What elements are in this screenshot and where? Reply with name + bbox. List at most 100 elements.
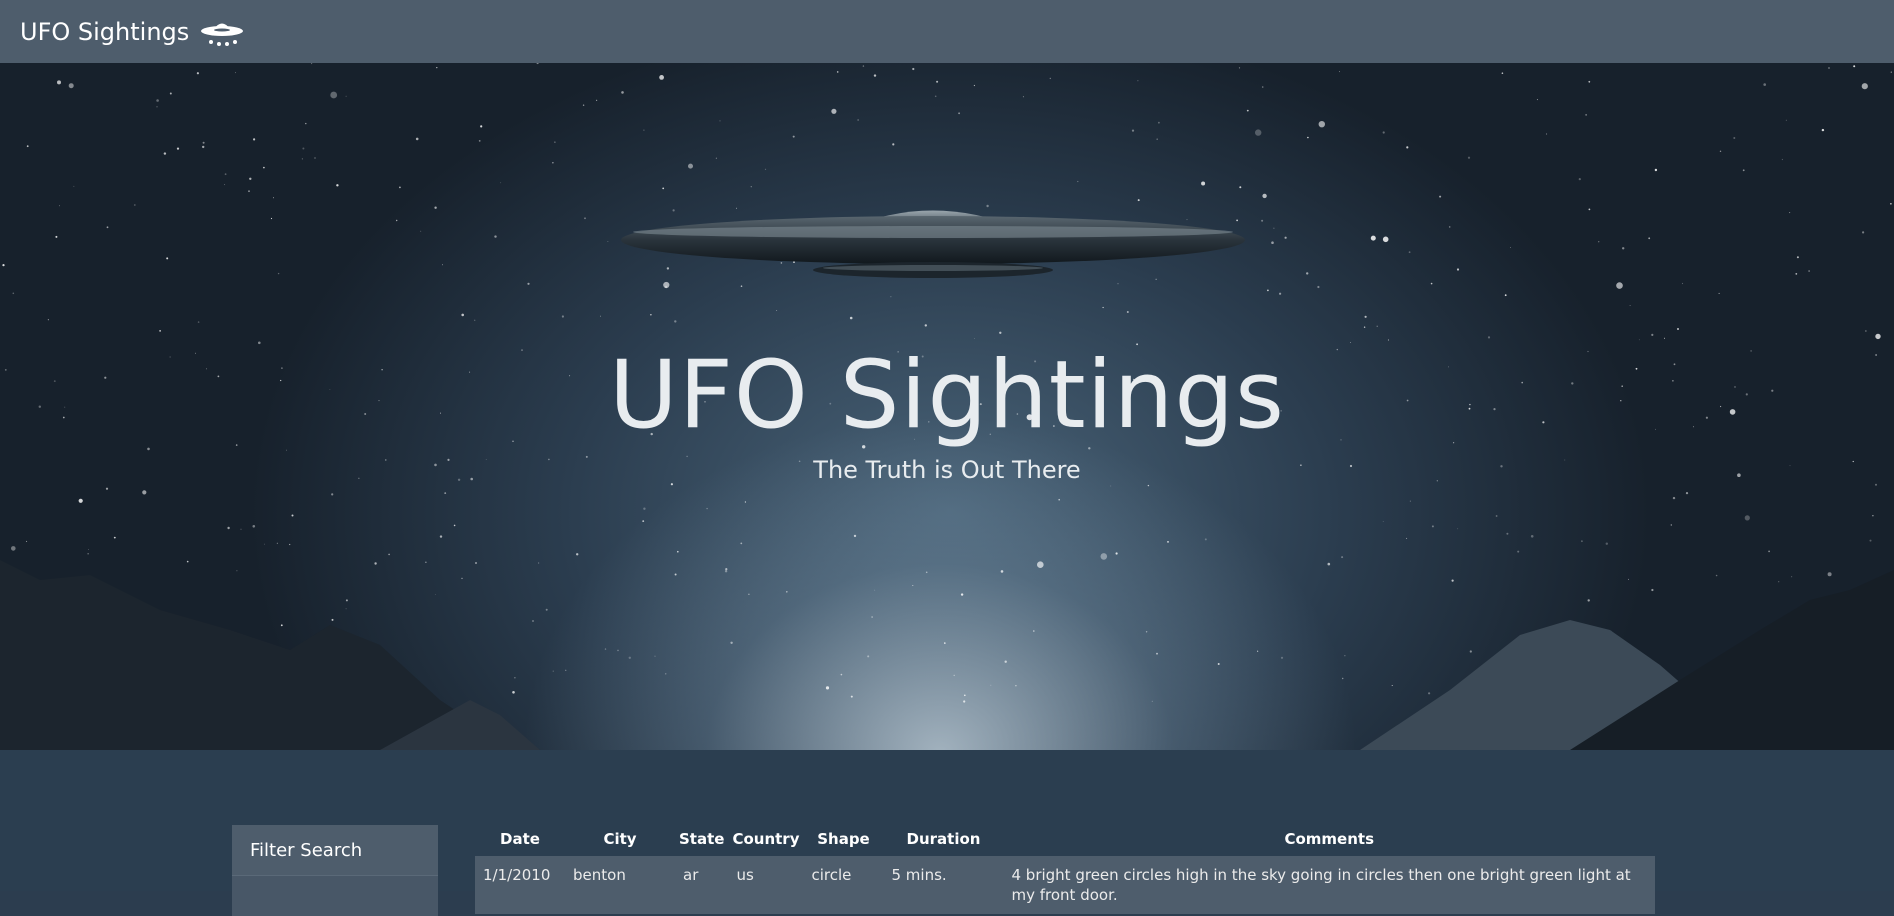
star xyxy=(740,542,743,545)
star xyxy=(169,92,172,95)
star xyxy=(235,72,237,74)
star xyxy=(1664,337,1665,339)
star xyxy=(494,235,497,238)
star xyxy=(1875,483,1877,486)
star xyxy=(1785,119,1787,121)
star xyxy=(792,135,795,138)
star xyxy=(1530,535,1534,538)
star xyxy=(1457,528,1459,530)
star xyxy=(1581,540,1583,543)
star xyxy=(270,217,273,220)
cell-shape: circle xyxy=(803,856,884,914)
star xyxy=(1382,131,1385,134)
star xyxy=(57,80,61,85)
star xyxy=(1670,524,1673,526)
cell-city: benton xyxy=(565,856,675,914)
main-content: Filter Search Date City State Country Sh… xyxy=(0,750,1894,916)
star xyxy=(934,95,937,98)
navbar-brand[interactable]: UFO Sightings xyxy=(20,16,245,48)
star xyxy=(156,99,159,102)
hero-banner: UFO Sightings The Truth is Out There xyxy=(0,63,1894,750)
star xyxy=(106,226,109,229)
star xyxy=(582,104,585,106)
brand-text: UFO Sightings xyxy=(20,17,190,46)
star xyxy=(461,313,465,317)
star xyxy=(1677,328,1679,330)
star xyxy=(311,63,313,65)
star xyxy=(1616,282,1623,289)
star xyxy=(1156,138,1158,140)
star xyxy=(1763,83,1766,86)
star xyxy=(1147,484,1150,487)
star xyxy=(273,197,274,199)
star xyxy=(527,282,530,285)
star xyxy=(399,186,401,189)
star xyxy=(442,264,443,266)
star xyxy=(764,168,767,170)
star xyxy=(1795,273,1798,275)
star xyxy=(999,331,1002,334)
star xyxy=(176,147,180,150)
star xyxy=(1261,219,1264,222)
star xyxy=(1077,180,1079,183)
star xyxy=(958,112,960,115)
star xyxy=(59,205,60,207)
column-header-comments: Comments xyxy=(1284,830,1374,848)
star xyxy=(1875,333,1881,340)
star xyxy=(436,67,438,69)
star xyxy=(289,543,291,546)
star xyxy=(264,543,265,545)
star xyxy=(1501,72,1504,74)
star xyxy=(857,119,859,121)
star xyxy=(1504,294,1507,297)
star xyxy=(330,91,338,99)
star xyxy=(974,338,975,339)
hero-title: UFO Sightings xyxy=(609,341,1285,450)
star xyxy=(1204,538,1207,541)
star xyxy=(1506,532,1509,535)
star xyxy=(1672,496,1676,500)
star xyxy=(1382,521,1384,522)
star xyxy=(1448,226,1451,228)
star xyxy=(1131,129,1135,132)
star xyxy=(1744,515,1750,521)
star xyxy=(536,63,539,65)
star xyxy=(1261,86,1264,88)
cell-duration: 5 mins. xyxy=(883,856,1004,914)
star xyxy=(336,184,339,187)
star xyxy=(1255,129,1262,136)
star xyxy=(1364,315,1367,318)
star xyxy=(1382,236,1389,243)
star xyxy=(1865,330,1867,332)
star xyxy=(1605,542,1609,545)
column-header-country: Country xyxy=(732,830,800,848)
star xyxy=(415,137,419,141)
filter-heading: Filter Search xyxy=(232,825,438,876)
star xyxy=(197,321,200,323)
star xyxy=(78,498,83,503)
star xyxy=(1049,77,1052,80)
star xyxy=(105,487,109,490)
star xyxy=(1306,272,1309,275)
star xyxy=(1456,268,1460,271)
filter-body xyxy=(232,876,438,916)
star xyxy=(478,140,481,142)
star xyxy=(202,141,205,144)
star xyxy=(224,184,226,186)
star xyxy=(500,182,502,184)
star xyxy=(1279,292,1282,295)
table-row: 1/1/2010 benton ar us circle 5 mins. 4 b… xyxy=(475,856,1655,914)
star xyxy=(1781,158,1783,161)
star xyxy=(674,320,677,323)
star xyxy=(1853,65,1856,68)
star xyxy=(643,507,646,510)
star xyxy=(480,125,483,128)
star xyxy=(253,138,256,141)
star xyxy=(1510,247,1511,248)
cell-country: us xyxy=(728,856,804,914)
star xyxy=(1487,336,1491,339)
star xyxy=(1431,525,1434,528)
star xyxy=(248,190,250,193)
star xyxy=(1430,282,1433,285)
star xyxy=(715,157,718,159)
